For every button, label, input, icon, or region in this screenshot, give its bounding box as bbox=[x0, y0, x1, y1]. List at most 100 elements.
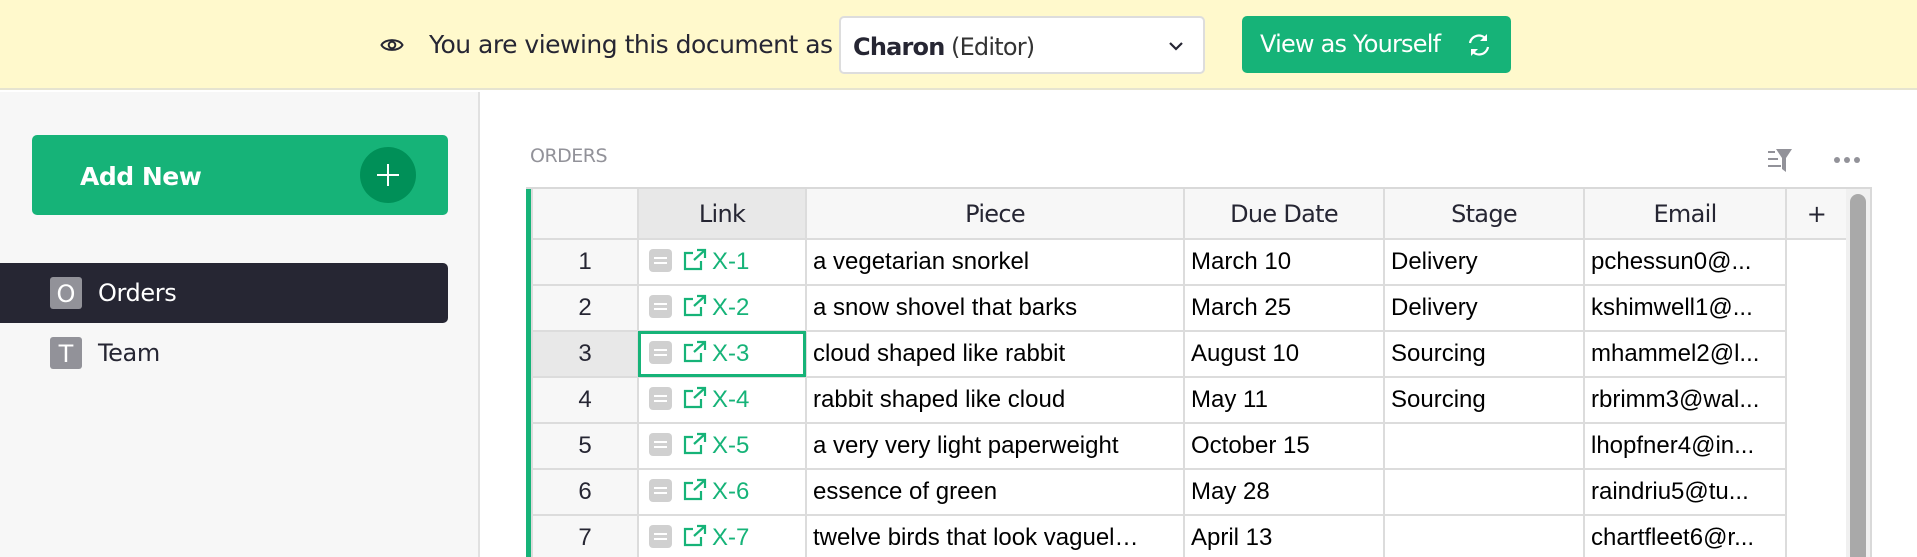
due-date-cell[interactable]: August 10 bbox=[1183, 330, 1385, 378]
link-cell[interactable]: X-6 bbox=[637, 468, 807, 516]
header-row: Link Piece Due Date Stage Email + bbox=[531, 189, 1871, 240]
column-header-link[interactable]: Link bbox=[637, 189, 807, 240]
column-header-email[interactable]: Email bbox=[1583, 189, 1787, 240]
link-text[interactable]: X-6 bbox=[712, 478, 749, 505]
due-date-cell[interactable]: March 10 bbox=[1183, 238, 1385, 286]
external-link-icon[interactable] bbox=[682, 386, 708, 410]
email-cell[interactable]: raindriu5@tu... bbox=[1583, 468, 1787, 516]
table-row[interactable]: 6 X-6 essence of green May 28 raindriu5@tu..… bbox=[531, 468, 1871, 516]
external-link-icon[interactable] bbox=[682, 524, 708, 548]
more-options-icon[interactable] bbox=[1833, 155, 1861, 165]
row-number[interactable]: 7 bbox=[531, 514, 639, 557]
piece-cell[interactable]: cloud shaped like rabbit bbox=[805, 330, 1185, 378]
table-row[interactable]: 3 X-3 cloud shaped like rabbit August 10 Sou… bbox=[531, 330, 1871, 378]
piece-cell[interactable]: a snow shovel that barks bbox=[805, 284, 1185, 332]
record-card-icon[interactable] bbox=[649, 249, 672, 272]
email-cell[interactable]: lhopfner4@in... bbox=[1583, 422, 1787, 470]
record-card-icon[interactable] bbox=[649, 341, 672, 364]
table-row[interactable]: 5 X-5 a very very light paperweight October… bbox=[531, 422, 1871, 470]
stage-cell[interactable] bbox=[1383, 468, 1585, 516]
stage-cell[interactable]: Sourcing bbox=[1383, 330, 1585, 378]
add-column-button[interactable]: + bbox=[1785, 189, 1848, 240]
refresh-icon bbox=[1468, 34, 1490, 56]
due-date-cell[interactable]: April 13 bbox=[1183, 514, 1385, 557]
banner-message: You are viewing this document as bbox=[429, 30, 833, 59]
link-text[interactable]: X-5 bbox=[712, 432, 749, 459]
link-text[interactable]: X-2 bbox=[712, 294, 749, 321]
section-title: ORDERS bbox=[530, 145, 608, 167]
link-cell[interactable]: X-5 bbox=[637, 422, 807, 470]
external-link-icon[interactable] bbox=[682, 294, 708, 318]
orders-grid: Link Piece Due Date Stage Email + 1 X-1 a … bbox=[526, 187, 1872, 557]
sidebar: Add New O Orders T Team bbox=[0, 92, 480, 557]
row-number[interactable]: 4 bbox=[531, 376, 639, 424]
piece-cell[interactable]: essence of green bbox=[805, 468, 1185, 516]
stage-cell[interactable]: Sourcing bbox=[1383, 376, 1585, 424]
due-date-cell[interactable]: May 28 bbox=[1183, 468, 1385, 516]
piece-cell[interactable]: a very very light paperweight bbox=[805, 422, 1185, 470]
stage-cell[interactable] bbox=[1383, 422, 1585, 470]
page-initial-badge: O bbox=[50, 277, 82, 309]
link-cell[interactable]: X-3 bbox=[637, 330, 807, 378]
selected-user-role: (Editor) bbox=[951, 33, 1035, 61]
row-number[interactable]: 1 bbox=[531, 238, 639, 286]
column-header-stage[interactable]: Stage bbox=[1383, 189, 1585, 240]
due-date-cell[interactable]: March 25 bbox=[1183, 284, 1385, 332]
record-card-icon[interactable] bbox=[649, 387, 672, 410]
sidebar-item-team[interactable]: T Team bbox=[0, 323, 448, 383]
link-text[interactable]: X-1 bbox=[712, 248, 749, 275]
stage-cell[interactable]: Delivery bbox=[1383, 238, 1585, 286]
email-cell[interactable]: chartfleet6@r... bbox=[1583, 514, 1787, 557]
column-header-piece[interactable]: Piece bbox=[805, 189, 1185, 240]
piece-cell[interactable]: rabbit shaped like cloud bbox=[805, 376, 1185, 424]
row-number[interactable]: 5 bbox=[531, 422, 639, 470]
view-as-yourself-button[interactable]: View as Yourself bbox=[1242, 16, 1511, 73]
due-date-cell[interactable]: October 15 bbox=[1183, 422, 1385, 470]
table-row[interactable]: 7 X-7 twelve birds that look vaguel… April … bbox=[531, 514, 1871, 557]
piece-cell[interactable]: a vegetarian snorkel bbox=[805, 238, 1185, 286]
link-cell[interactable]: X-7 bbox=[637, 514, 807, 557]
email-cell[interactable]: rbrimm3@wal... bbox=[1583, 376, 1787, 424]
external-link-icon[interactable] bbox=[682, 478, 708, 502]
piece-cell[interactable]: twelve birds that look vaguel… bbox=[805, 514, 1185, 557]
link-text[interactable]: X-3 bbox=[712, 340, 749, 367]
sidebar-item-orders[interactable]: O Orders bbox=[0, 263, 448, 323]
row-number[interactable]: 3 bbox=[531, 330, 639, 378]
due-date-cell[interactable]: May 11 bbox=[1183, 376, 1385, 424]
record-card-icon[interactable] bbox=[649, 525, 672, 548]
table-row[interactable]: 2 X-2 a snow shovel that barks March 25 Deli… bbox=[531, 284, 1871, 332]
table-row[interactable]: 4 X-4 rabbit shaped like cloud May 11 Sourci… bbox=[531, 376, 1871, 424]
link-cell[interactable]: X-2 bbox=[637, 284, 807, 332]
user-select[interactable]: Charon (Editor) bbox=[839, 16, 1205, 74]
link-text[interactable]: X-4 bbox=[712, 386, 749, 413]
email-cell[interactable]: kshimwell1@... bbox=[1583, 284, 1787, 332]
eye-icon bbox=[380, 39, 404, 51]
external-link-icon[interactable] bbox=[682, 248, 708, 272]
email-cell[interactable]: mhammel2@l... bbox=[1583, 330, 1787, 378]
email-cell[interactable]: pchessun0@... bbox=[1583, 238, 1787, 286]
record-card-icon[interactable] bbox=[649, 433, 672, 456]
stage-cell[interactable]: Delivery bbox=[1383, 284, 1585, 332]
page-initial-badge: T bbox=[50, 337, 82, 369]
selected-user-name: Charon bbox=[853, 33, 945, 61]
record-card-icon[interactable] bbox=[649, 479, 672, 502]
sidebar-item-label: Team bbox=[98, 339, 160, 367]
link-cell[interactable]: X-4 bbox=[637, 376, 807, 424]
column-header-due-date[interactable]: Due Date bbox=[1183, 189, 1385, 240]
link-cell[interactable]: X-1 bbox=[637, 238, 807, 286]
stage-cell[interactable] bbox=[1383, 514, 1585, 557]
add-new-label: Add New bbox=[80, 162, 202, 191]
view-as-banner: You are viewing this document as Charon … bbox=[0, 0, 1917, 90]
scrollbar-thumb[interactable] bbox=[1850, 194, 1866, 557]
external-link-icon[interactable] bbox=[682, 340, 708, 364]
row-number[interactable]: 6 bbox=[531, 468, 639, 516]
external-link-icon[interactable] bbox=[682, 432, 708, 456]
row-number[interactable]: 2 bbox=[531, 284, 639, 332]
record-card-icon[interactable] bbox=[649, 295, 672, 318]
plus-icon bbox=[360, 147, 416, 203]
add-new-button[interactable]: Add New bbox=[32, 135, 448, 215]
sort-filter-icon[interactable] bbox=[1767, 147, 1793, 173]
row-number-header[interactable] bbox=[531, 189, 639, 240]
link-text[interactable]: X-7 bbox=[712, 524, 749, 551]
table-row[interactable]: 1 X-1 a vegetarian snorkel March 10 Delivery… bbox=[531, 238, 1871, 286]
